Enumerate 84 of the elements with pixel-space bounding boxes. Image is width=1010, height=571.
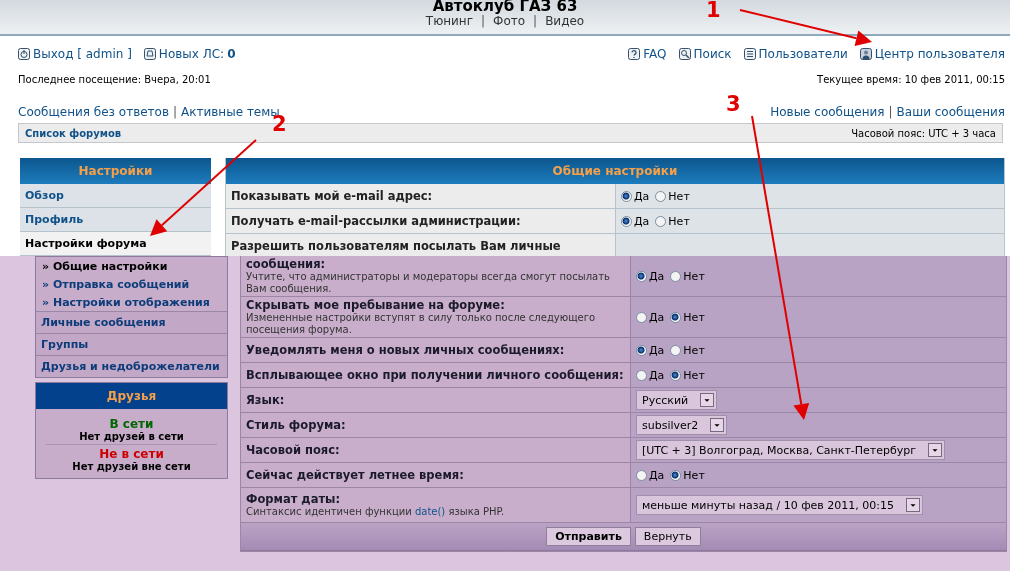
reset-button[interactable]: Вернуть (634, 527, 701, 546)
dropdown[interactable]: меньше минуты назад / 10 фев 2011, 00:15 (636, 495, 923, 515)
setting-label: Показывать мой e-mail адрес: (231, 189, 434, 203)
setting-label: Разрешить пользователям посылать Вам личные (231, 239, 562, 253)
search-link[interactable]: Сообщения без ответов (18, 105, 169, 119)
annotation-number: 1 (706, 0, 721, 22)
nav-link[interactable]: Пользователи (743, 47, 848, 61)
sidebar-item[interactable]: Друзья и недоброжелатели (36, 355, 227, 377)
radio-button[interactable]: Нет (670, 468, 705, 482)
list-icon (743, 48, 756, 60)
sidebar-item[interactable]: Настройки форума (20, 232, 211, 256)
annotation-number: 3 (726, 92, 741, 116)
radio-button[interactable]: Нет (670, 343, 705, 357)
sidebar-subitem[interactable]: » Настройки отображения (36, 293, 227, 311)
search-icon (678, 48, 691, 60)
radio-button[interactable]: Да (636, 310, 665, 324)
header-link[interactable]: Фото (493, 14, 526, 28)
header-link[interactable]: Видео (545, 14, 585, 28)
submit-button[interactable]: Отправить (546, 527, 631, 546)
radio-button[interactable]: Да (636, 269, 665, 283)
dropdown[interactable]: subsilver2 (636, 415, 728, 435)
function-link[interactable]: date() (414, 506, 446, 517)
setting-label: Получать e-mail-рассылки администрации: (231, 214, 522, 228)
caret-icon (905, 498, 920, 512)
radio-button[interactable]: Да (621, 214, 650, 228)
panel-header: Друзья (36, 383, 227, 409)
radio-button[interactable]: Да (621, 189, 650, 203)
last-visit: Последнее посещение: Вчера, 20:01 (18, 73, 211, 85)
setting-label: Уведомлять меня о новых личных сообщениях: (246, 343, 566, 357)
power-icon (18, 48, 30, 60)
setting-label: сообщения: (246, 257, 327, 271)
radio-button[interactable]: Нет (670, 368, 705, 382)
friend-status: Не в сети (99, 447, 164, 461)
user-icon (859, 48, 872, 60)
nav-link[interactable]: Выход [ admin ] (18, 47, 132, 61)
nav-link[interactable]: FAQ (628, 47, 667, 61)
panel-header: Настройки (20, 158, 211, 184)
sidebar-subitem[interactable]: » Общие настройки (36, 257, 227, 275)
friend-note: Нет друзей в сети (79, 431, 184, 442)
radio-button[interactable]: Нет (670, 310, 705, 324)
friend-status: В сети (109, 417, 154, 431)
nav-link[interactable]: Поиск (678, 47, 732, 61)
radio-button[interactable]: Да (636, 368, 665, 382)
search-link[interactable]: Новые сообщения (770, 105, 885, 119)
header-link[interactable]: Тюнинг (425, 14, 474, 28)
sidebar-item[interactable]: Обзор (20, 184, 211, 208)
radio-button[interactable]: Нет (670, 269, 705, 283)
sidebar-subitem[interactable]: » Отправка сообщений (36, 275, 227, 293)
setting-label: Скрывать мое пребывание на форуме: (246, 298, 506, 312)
site-title: Автоклуб ГАЗ 63 (432, 0, 578, 14)
breadcrumb-link[interactable]: Список форумов (25, 127, 122, 139)
radio-button[interactable]: Да (636, 468, 665, 482)
setting-label: Всплывающее окно при получении личного сообщения: (246, 368, 625, 382)
setting-label: Часовой пояс: (246, 443, 341, 457)
sidebar-item[interactable]: Профиль (20, 208, 211, 232)
nav-link[interactable]: Новых ЛС: 0 (143, 47, 236, 61)
caret-icon (928, 443, 943, 457)
separator: | (533, 14, 538, 28)
setting-label: Стиль форума: (246, 418, 347, 432)
setting-label: Язык: (246, 393, 286, 407)
search-link[interactable]: Ваши сообщения (896, 105, 1005, 119)
radio-button[interactable]: Нет (655, 189, 690, 203)
dropdown[interactable]: [UTC + 3] Волгоград, Москва, Санкт-Петербург (636, 440, 946, 460)
sidebar-item[interactable]: Личные сообщения (36, 311, 227, 333)
current-time: Текущее время: 10 фев 2011, 00:15 (817, 73, 1005, 85)
panel-header: Общие настройки (226, 158, 1004, 184)
nav-link[interactable]: Центр пользователя (859, 47, 1005, 61)
help-icon (628, 48, 641, 60)
setting-label: Сейчас действует летнее время: (246, 468, 465, 482)
dropdown[interactable]: Русский (636, 390, 718, 410)
timezone-info: Часовой пояс: UTC + 3 часа (851, 127, 996, 139)
separator: | (888, 105, 893, 119)
radio-button[interactable]: Нет (655, 214, 690, 228)
friend-note: Нет друзей вне сети (72, 461, 191, 472)
separator: | (173, 105, 178, 119)
setting-hint: Синтаксис идентичен функции date() языка PHP. (246, 506, 506, 518)
setting-hint: Учтите, что администраторы и модераторы всегда смогут посылать Вам сообщения. (246, 271, 611, 295)
sidebar-item[interactable]: Группы (36, 333, 227, 355)
radio-button[interactable]: Да (636, 343, 665, 357)
setting-hint: Измененные настройки вступят в силу только после следующего посещения форума. (246, 312, 597, 336)
caret-icon (710, 418, 725, 432)
setting-label: Формат даты: (246, 492, 342, 506)
separator: | (481, 14, 486, 28)
caret-icon (700, 393, 715, 407)
